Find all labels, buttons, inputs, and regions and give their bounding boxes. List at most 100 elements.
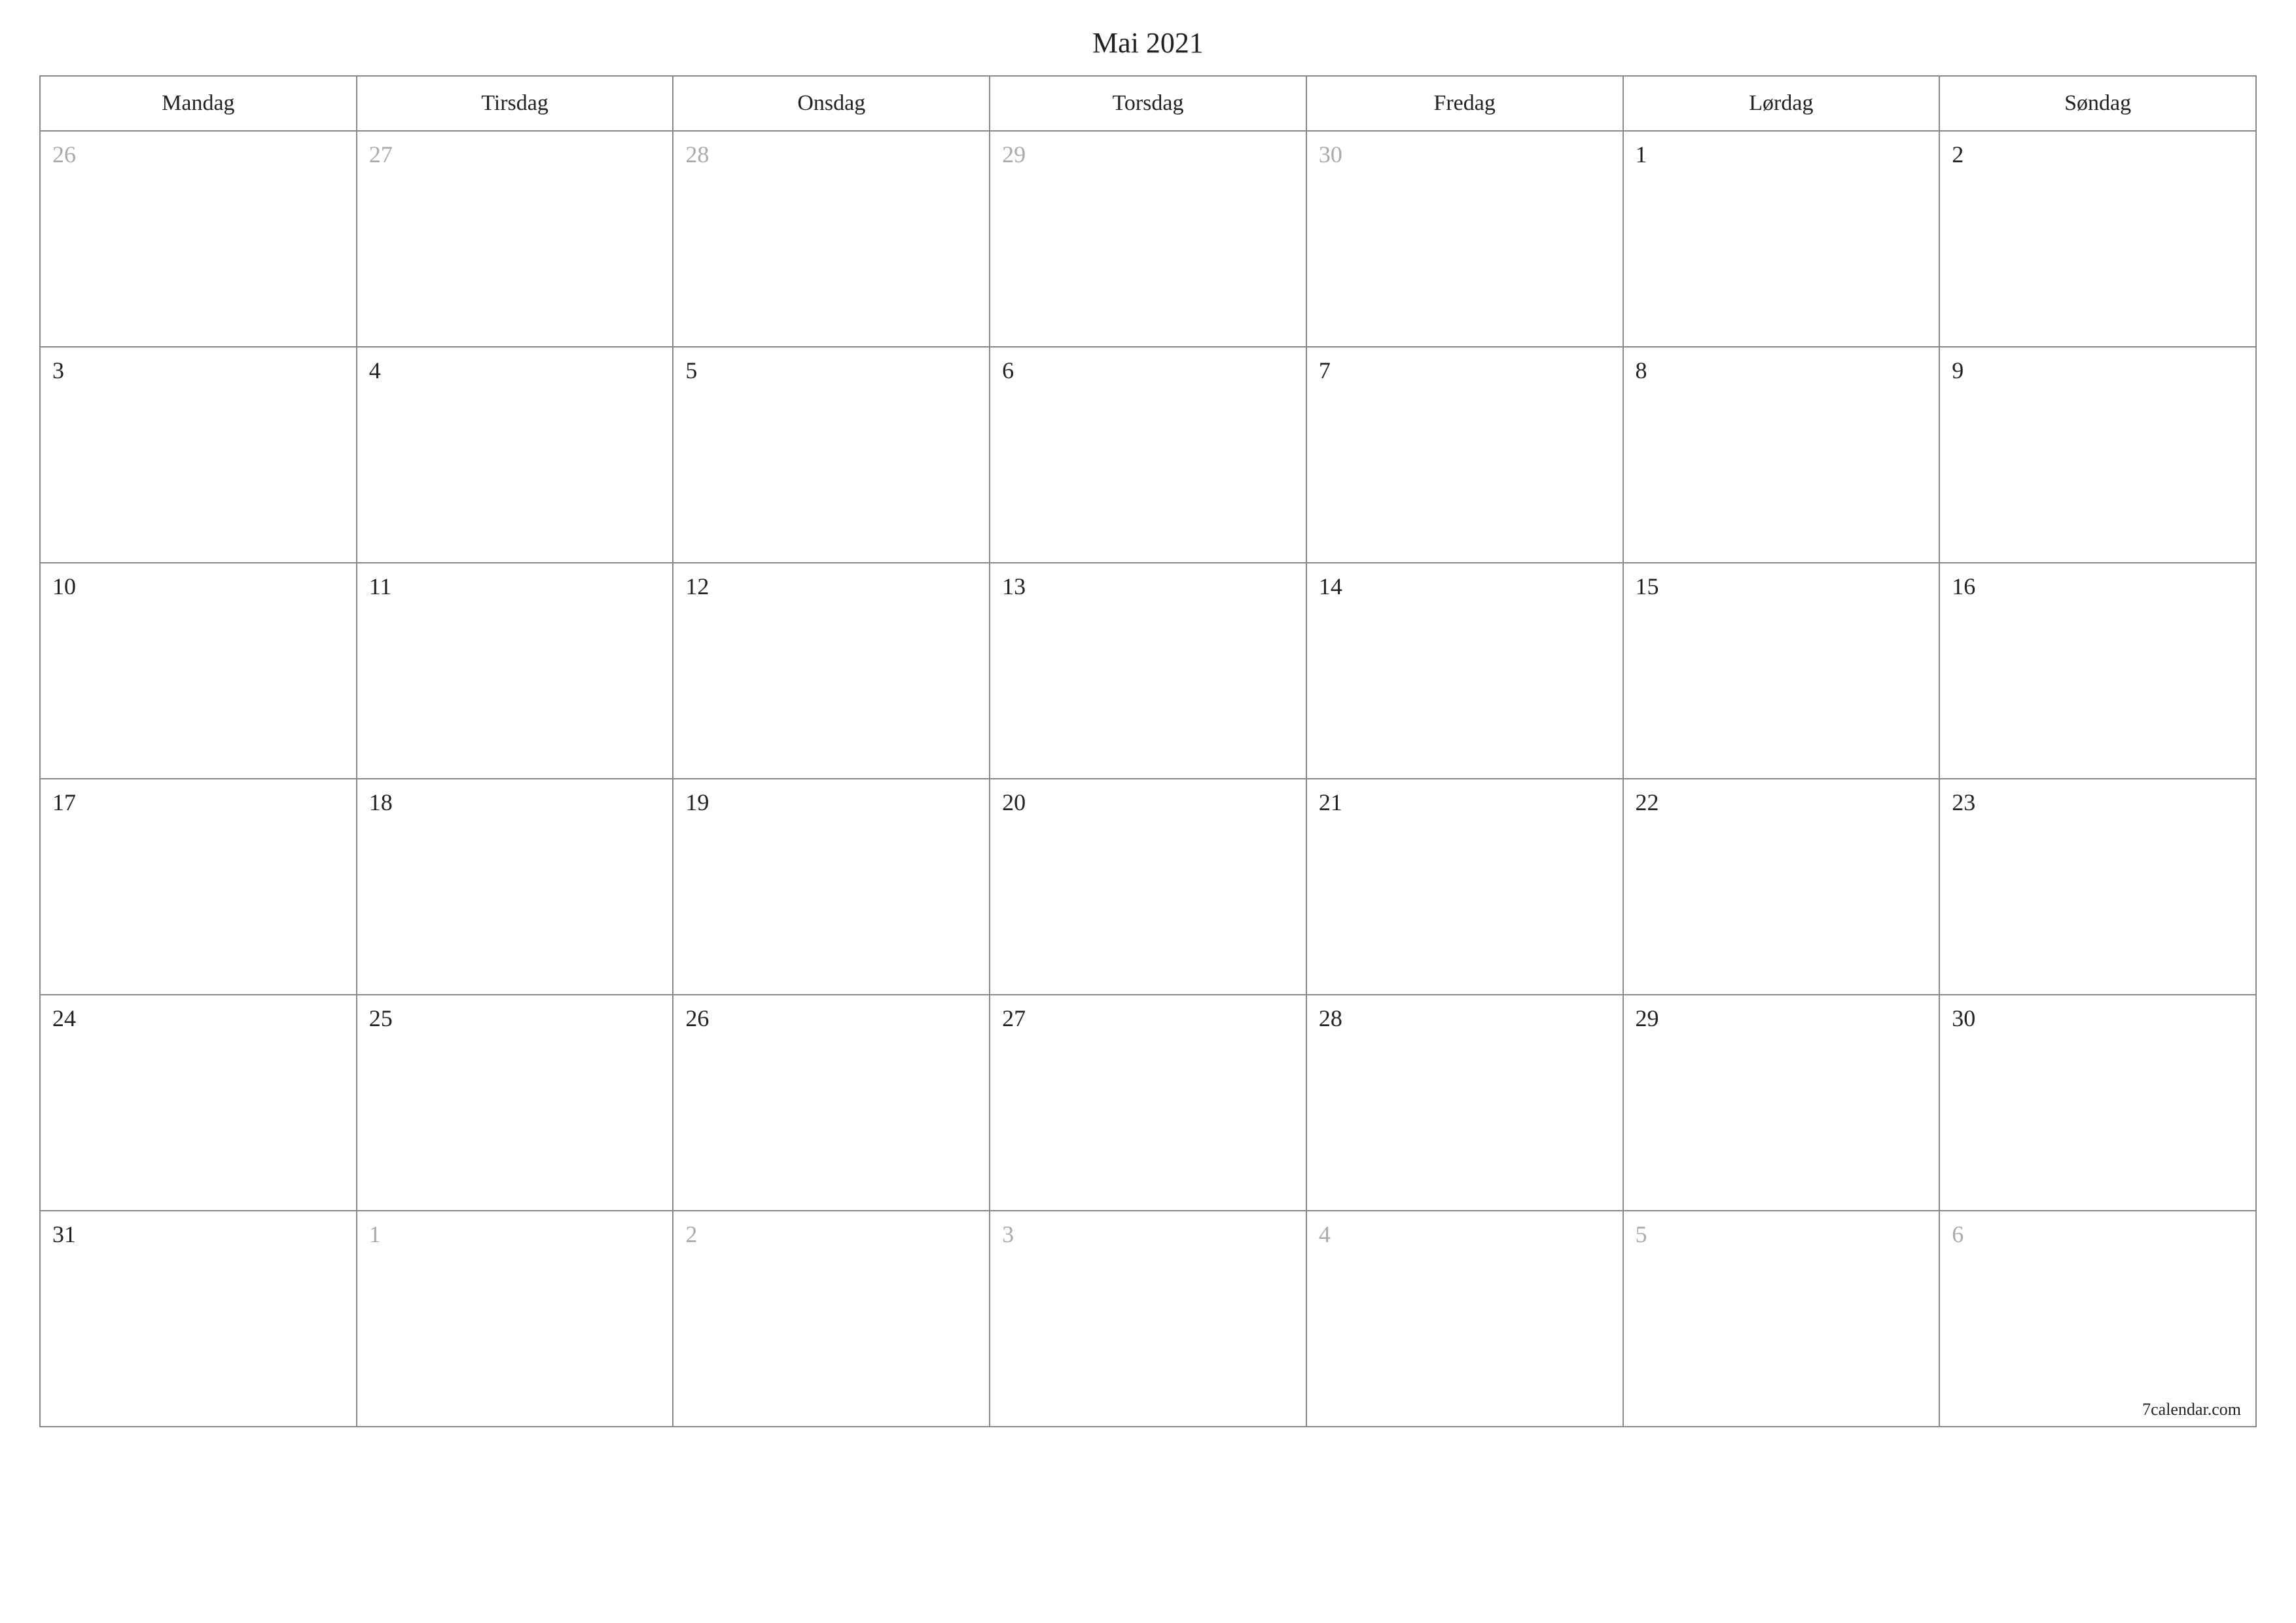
calendar-day-cell: 7 <box>1306 347 1623 563</box>
day-number: 4 <box>369 357 381 383</box>
calendar-day-cell: 13 <box>990 563 1306 779</box>
day-number: 11 <box>369 573 392 599</box>
calendar-day-cell: 11 <box>357 563 673 779</box>
day-number: 28 <box>1319 1005 1342 1031</box>
calendar-day-cell: 31 <box>40 1211 357 1427</box>
calendar-day-cell: 14 <box>1306 563 1623 779</box>
calendar-title: Mai 2021 <box>39 26 2257 60</box>
day-number: 9 <box>1952 357 1964 383</box>
calendar-day-cell: 28 <box>1306 995 1623 1211</box>
weekday-header-row: Mandag Tirsdag Onsdag Torsdag Fredag Lør… <box>40 76 2256 131</box>
day-number: 30 <box>1952 1005 1975 1031</box>
day-number: 27 <box>369 141 393 168</box>
day-number: 22 <box>1636 789 1659 815</box>
day-number: 28 <box>685 141 709 168</box>
day-number: 25 <box>369 1005 393 1031</box>
day-number: 29 <box>1636 1005 1659 1031</box>
calendar-day-cell: 30 <box>1306 131 1623 347</box>
day-number: 29 <box>1002 141 1026 168</box>
calendar-day-cell: 3 <box>990 1211 1306 1427</box>
calendar-day-cell: 4 <box>357 347 673 563</box>
day-number: 12 <box>685 573 709 599</box>
weekday-header: Torsdag <box>990 76 1306 131</box>
day-number: 18 <box>369 789 393 815</box>
day-number: 13 <box>1002 573 1026 599</box>
calendar-day-cell: 29 <box>1623 995 1940 1211</box>
day-number: 26 <box>52 141 76 168</box>
calendar-week-row: 24 25 26 27 28 29 30 <box>40 995 2256 1211</box>
day-number: 5 <box>1636 1221 1647 1247</box>
calendar-week-row: 17 18 19 20 21 22 23 <box>40 779 2256 995</box>
calendar-day-cell: 30 <box>1939 995 2256 1211</box>
calendar-day-cell: 20 <box>990 779 1306 995</box>
calendar-day-cell: 17 <box>40 779 357 995</box>
calendar-day-cell: 22 <box>1623 779 1940 995</box>
day-number: 17 <box>52 789 76 815</box>
calendar-day-cell: 26 <box>673 995 990 1211</box>
day-number: 3 <box>1002 1221 1014 1247</box>
calendar-day-cell: 4 <box>1306 1211 1623 1427</box>
day-number: 2 <box>685 1221 697 1247</box>
calendar-day-cell: 5 <box>1623 1211 1940 1427</box>
day-number: 6 <box>1002 357 1014 383</box>
calendar-day-cell: 25 <box>357 995 673 1211</box>
calendar-day-cell: 2 <box>673 1211 990 1427</box>
day-number: 23 <box>1952 789 1975 815</box>
calendar-day-cell: 29 <box>990 131 1306 347</box>
calendar-body: 2627282930123456789101112131415161718192… <box>40 131 2256 1427</box>
calendar-day-cell: 9 <box>1939 347 2256 563</box>
calendar-day-cell: 6 7calendar.com <box>1939 1211 2256 1427</box>
footer-attribution: 7calendar.com <box>2142 1400 2241 1419</box>
day-number: 6 <box>1952 1221 1964 1247</box>
day-number: 1 <box>369 1221 381 1247</box>
day-number: 5 <box>685 357 697 383</box>
weekday-header: Tirsdag <box>357 76 673 131</box>
calendar-week-row: 3 4 5 6 78 9 <box>40 347 2256 563</box>
calendar-day-cell: 12 <box>673 563 990 779</box>
weekday-header: Fredag <box>1306 76 1623 131</box>
day-number: 4 <box>1319 1221 1331 1247</box>
day-number: 15 <box>1636 573 1659 599</box>
day-number: 27 <box>1002 1005 1026 1031</box>
calendar-day-cell: 21 <box>1306 779 1623 995</box>
day-number: 1 <box>1636 141 1647 168</box>
calendar-day-cell: 23 <box>1939 779 2256 995</box>
calendar-day-cell: 24 <box>40 995 357 1211</box>
calendar-day-cell: 27 <box>357 131 673 347</box>
calendar-day-cell: 2 <box>1939 131 2256 347</box>
day-number: 8 <box>1636 357 1647 383</box>
calendar-day-cell: 6 <box>990 347 1306 563</box>
calendar-week-row: 10 11 12 13 14 15 16 <box>40 563 2256 779</box>
calendar-day-cell: 1 <box>357 1211 673 1427</box>
calendar-grid: Mandag Tirsdag Onsdag Torsdag Fredag Lør… <box>39 75 2257 1427</box>
weekday-header: Onsdag <box>673 76 990 131</box>
weekday-header: Lørdag <box>1623 76 1940 131</box>
calendar-day-cell: 27 <box>990 995 1306 1211</box>
calendar-day-cell: 19 <box>673 779 990 995</box>
day-number: 21 <box>1319 789 1342 815</box>
weekday-header: Mandag <box>40 76 357 131</box>
day-number: 30 <box>1319 141 1342 168</box>
day-number: 10 <box>52 573 76 599</box>
day-number: 3 <box>52 357 64 383</box>
calendar-day-cell: 28 <box>673 131 990 347</box>
day-number: 16 <box>1952 573 1975 599</box>
calendar-day-cell: 16 <box>1939 563 2256 779</box>
calendar-day-cell: 10 <box>40 563 357 779</box>
calendar-week-row: 31 1 2 3 4 5 6 7calendar.com <box>40 1211 2256 1427</box>
day-number: 31 <box>52 1221 76 1247</box>
calendar-week-row: 26 27 28 29 30 1 2 <box>40 131 2256 347</box>
day-number: 26 <box>685 1005 709 1031</box>
day-number: 19 <box>685 789 709 815</box>
calendar-day-cell: 1 <box>1623 131 1940 347</box>
calendar-day-cell: 3 <box>40 347 357 563</box>
day-number: 20 <box>1002 789 1026 815</box>
calendar-day-cell: 15 <box>1623 563 1940 779</box>
weekday-header: Søndag <box>1939 76 2256 131</box>
calendar-day-cell: 26 <box>40 131 357 347</box>
day-number: 24 <box>52 1005 76 1031</box>
day-number: 14 <box>1319 573 1342 599</box>
calendar-day-cell: 8 <box>1623 347 1940 563</box>
calendar-day-cell: 5 <box>673 347 990 563</box>
day-number: 2 <box>1952 141 1964 168</box>
